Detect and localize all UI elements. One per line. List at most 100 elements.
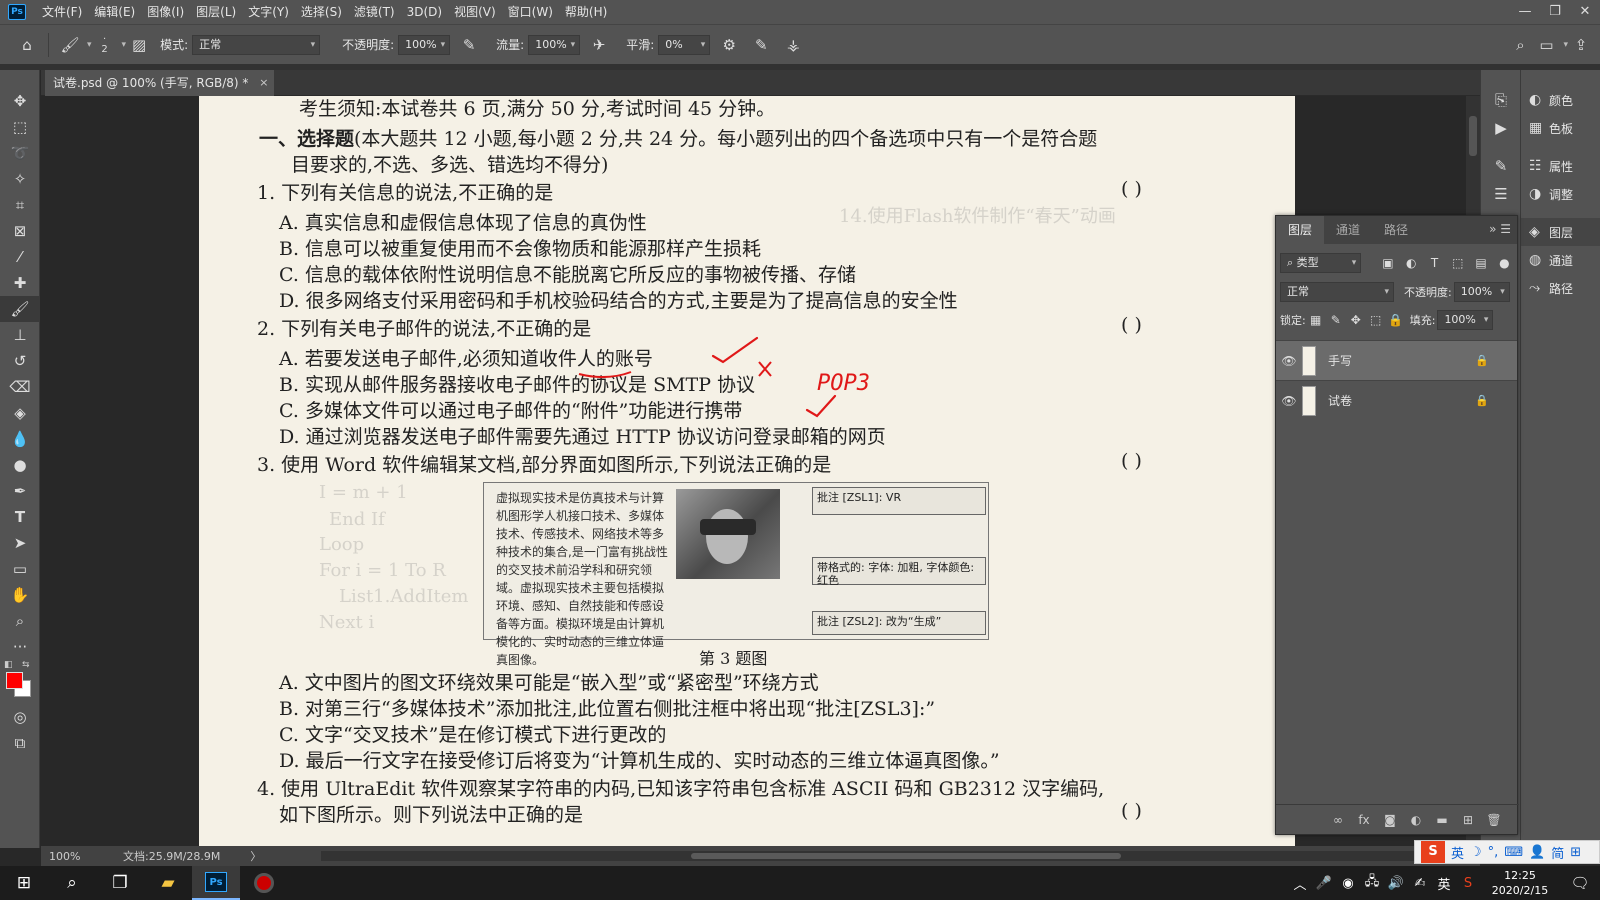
input-language[interactable]: 英 bbox=[1432, 874, 1456, 893]
search-icon[interactable]: ⌕ bbox=[48, 866, 96, 900]
ime-simplified[interactable]: 简 bbox=[1551, 843, 1564, 862]
visibility-eye-icon[interactable]: 👁 bbox=[1276, 394, 1302, 408]
smart-object-filter-icon[interactable]: ▤ bbox=[1472, 256, 1489, 270]
rectangle-tool-icon[interactable]: ▭ bbox=[0, 556, 40, 582]
ime-grid-icon[interactable]: ⊞ bbox=[1570, 845, 1581, 860]
flow-field[interactable]: 100% ▾ bbox=[528, 34, 581, 55]
search-icon[interactable]: ⌕ bbox=[1507, 32, 1533, 58]
color-panel-button[interactable]: ◐ 颜色 bbox=[1521, 86, 1600, 114]
pressure-size-icon[interactable]: ✎ bbox=[748, 32, 774, 58]
fill-field[interactable]: 100% ▾ bbox=[1437, 310, 1494, 330]
status-menu-arrow[interactable]: 〉 bbox=[250, 848, 261, 864]
adjustments-panel-button[interactable]: ◑ 调整 bbox=[1521, 180, 1600, 208]
menu-edit[interactable]: 编辑(E) bbox=[88, 0, 141, 24]
scroll-thumb[interactable] bbox=[1469, 116, 1477, 156]
gear-icon[interactable]: ⚙ bbox=[716, 32, 742, 58]
swatches-panel-button[interactable]: ▦ 色板 bbox=[1521, 114, 1600, 142]
type-tool-icon[interactable]: T bbox=[0, 504, 40, 530]
canvas-area[interactable]: 14.使用Flash软件制作“春天”动画 I = m + 1 End If Lo… bbox=[41, 96, 1466, 846]
more-tools-icon[interactable]: ··· bbox=[0, 634, 40, 660]
quick-select-tool-icon[interactable]: ✧ bbox=[0, 166, 40, 192]
eraser-tool-icon[interactable]: ⌫ bbox=[0, 374, 40, 400]
link-layers-icon[interactable]: ∞ bbox=[1325, 813, 1351, 827]
app-tray-icon[interactable]: ◉ bbox=[1336, 876, 1360, 891]
shape-filter-icon[interactable]: ⬚ bbox=[1449, 256, 1466, 270]
toolbar-grip[interactable] bbox=[0, 70, 39, 88]
pixel-filter-icon[interactable]: ▣ bbox=[1379, 256, 1396, 270]
tab-channels[interactable]: 通道 bbox=[1324, 216, 1372, 244]
type-filter-icon[interactable]: T bbox=[1426, 256, 1443, 270]
pen-icon[interactable]: ✍ bbox=[1408, 876, 1432, 891]
zoom-tool-icon[interactable]: ⌕ bbox=[0, 608, 40, 634]
layer-name[interactable]: 手写 bbox=[1328, 352, 1352, 369]
horizontal-scrollbar[interactable] bbox=[321, 851, 1481, 861]
layer-row-handwriting[interactable]: 👁 手写 🔒 bbox=[1276, 340, 1517, 380]
delete-layer-icon[interactable]: 🗑 bbox=[1481, 813, 1507, 827]
menu-3d[interactable]: 3D(D) bbox=[401, 0, 448, 24]
screen-mode-icon[interactable]: ⧉ bbox=[0, 730, 40, 756]
ime-user-icon[interactable]: 👤 bbox=[1529, 845, 1545, 860]
tab-paths[interactable]: 路径 bbox=[1372, 216, 1420, 244]
adjustment-filter-icon[interactable]: ◐ bbox=[1403, 256, 1420, 270]
task-view-icon[interactable]: ❐ bbox=[96, 866, 144, 900]
healing-brush-tool-icon[interactable]: ✚ bbox=[0, 270, 40, 296]
blend-mode-select[interactable]: 正常 ▾ bbox=[1280, 282, 1394, 302]
brush-tool-icon[interactable]: 🖌 bbox=[0, 296, 40, 322]
menu-image[interactable]: 图像(I) bbox=[141, 0, 190, 24]
quick-mask-icon[interactable]: ◎ bbox=[0, 704, 40, 730]
paths-panel-button[interactable]: ⤳ 路径 bbox=[1521, 274, 1600, 302]
blur-tool-icon[interactable]: 💧 bbox=[0, 426, 40, 452]
layer-row-exam[interactable]: 👁 试卷 🔒 bbox=[1276, 380, 1517, 420]
pressure-opacity-icon[interactable]: ✎ bbox=[456, 32, 482, 58]
lasso-tool-icon[interactable]: ➰ bbox=[0, 140, 40, 166]
marquee-tool-icon[interactable]: ⬚ bbox=[0, 114, 40, 140]
menu-file[interactable]: 文件(F) bbox=[36, 0, 88, 24]
lock-position-icon[interactable]: ✥ bbox=[1346, 313, 1366, 327]
swap-colors-icon[interactable]: ⇆ bbox=[22, 660, 30, 670]
zoom-level[interactable]: 100% bbox=[41, 850, 91, 863]
show-hidden-icons[interactable]: ︿ bbox=[1288, 874, 1312, 893]
new-layer-icon[interactable]: ⊞ bbox=[1455, 813, 1481, 827]
new-group-icon[interactable]: ▬ bbox=[1429, 813, 1455, 827]
eyedropper-tool-icon[interactable]: ⁄ bbox=[0, 244, 40, 270]
layer-name[interactable]: 试卷 bbox=[1328, 392, 1352, 409]
smoothing-field[interactable]: 0% ▾ bbox=[658, 34, 711, 55]
mode-select[interactable]: 正常 ▾ bbox=[192, 34, 321, 55]
home-icon[interactable]: ⌂ bbox=[14, 32, 40, 58]
menu-view[interactable]: 视图(V) bbox=[448, 0, 502, 24]
crop-tool-icon[interactable]: ⌗ bbox=[0, 192, 40, 218]
lock-all-icon[interactable]: 🔒 bbox=[1386, 313, 1406, 327]
panel-menu-icon[interactable]: » ☰ bbox=[1489, 222, 1511, 236]
brush-size-preview[interactable]: · 2 bbox=[92, 32, 118, 58]
share-icon[interactable]: ⇪ bbox=[1568, 32, 1594, 58]
sogou-tray-icon[interactable]: S bbox=[1456, 876, 1480, 891]
frame-tool-icon[interactable]: ⊠ bbox=[0, 218, 40, 244]
layers-panel-button[interactable]: ◈ 图层 bbox=[1521, 218, 1600, 246]
symmetry-icon[interactable]: ⚶ bbox=[780, 32, 806, 58]
brush-settings-icon[interactable]: ▨ bbox=[126, 32, 152, 58]
brushes-panel-icon[interactable]: ☰ bbox=[1481, 180, 1521, 208]
close-window-button[interactable]: ✕ bbox=[1570, 0, 1600, 24]
history-brush-tool-icon[interactable]: ↺ bbox=[0, 348, 40, 374]
airbrush-icon[interactable]: ✈ bbox=[586, 32, 612, 58]
layer-filter-select[interactable]: ⌕ 类型 ▾ bbox=[1280, 253, 1362, 273]
paint-bucket-tool-icon[interactable]: ◈ bbox=[0, 400, 40, 426]
menu-type[interactable]: 文字(Y) bbox=[242, 0, 295, 24]
ime-keyboard-icon[interactable]: ⌨ bbox=[1504, 845, 1523, 860]
menu-window[interactable]: 窗口(W) bbox=[502, 0, 559, 24]
restore-button[interactable]: ❐ bbox=[1540, 0, 1570, 24]
actions-panel-icon[interactable]: ▶ bbox=[1481, 114, 1521, 142]
layer-style-icon[interactable]: fx bbox=[1351, 813, 1377, 827]
windows-start-icon[interactable]: ⊞ bbox=[0, 866, 48, 900]
layer-opacity-field[interactable]: 100% ▾ bbox=[1453, 282, 1510, 302]
default-colors-icon[interactable]: ◧ bbox=[4, 660, 13, 670]
menu-filter[interactable]: 滤镜(T) bbox=[348, 0, 401, 24]
clock[interactable]: 12:25 2020/2/15 bbox=[1480, 868, 1560, 898]
channels-panel-button[interactable]: ◍ 通道 bbox=[1521, 246, 1600, 274]
microphone-icon[interactable]: 🎤 bbox=[1312, 876, 1336, 891]
path-select-tool-icon[interactable]: ➤ bbox=[0, 530, 40, 556]
ime-moon-icon[interactable]: ☽ bbox=[1470, 845, 1482, 860]
pen-tool-icon[interactable]: ✒ bbox=[0, 478, 40, 504]
foreground-color-swatch[interactable] bbox=[6, 672, 23, 689]
ime-punct-icon[interactable]: °, bbox=[1488, 845, 1499, 860]
